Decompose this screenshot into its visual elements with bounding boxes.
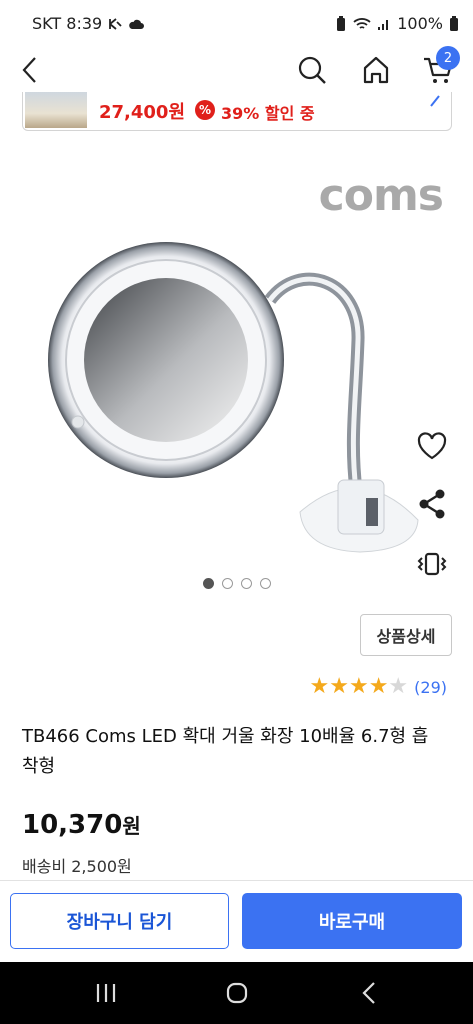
battery-icon (450, 15, 458, 31)
star-icon: ★ (368, 674, 389, 699)
cart-button[interactable]: 2 (418, 46, 460, 88)
promo-expand-icon[interactable] (429, 94, 441, 114)
vibrate-icon[interactable] (413, 546, 451, 582)
carousel-dot[interactable] (259, 578, 271, 589)
home-circle-icon[interactable] (217, 976, 257, 1010)
search-icon[interactable] (292, 52, 332, 88)
status-right: 100% (335, 14, 459, 33)
carousel-dot[interactable] (240, 578, 252, 589)
review-count[interactable]: (29) (414, 678, 447, 697)
buy-now-button[interactable]: 바로구매 (242, 893, 462, 949)
promo-banner[interactable]: 27,400원 % 39% 할인 중 (22, 92, 452, 131)
heart-icon[interactable] (413, 428, 451, 464)
promo-discount: 39% 할인 중 (221, 104, 315, 123)
add-to-cart-button[interactable]: 장바구니 담기 (10, 893, 229, 949)
product-price: 10,370원 (22, 810, 141, 840)
status-bar: SKT 8:39 100% (0, 0, 473, 48)
product-image[interactable]: coms (0, 140, 473, 570)
carousel-dot[interactable] (202, 578, 214, 589)
price-unit: 원 (122, 814, 141, 838)
status-time: SKT 8:39 (32, 14, 103, 33)
promo-price: 27,400원 (99, 102, 186, 123)
back-nav-icon[interactable] (350, 976, 390, 1010)
shipping-fee: 배송비 2,500원 (22, 857, 132, 876)
app-nav-bar: 2 (0, 46, 473, 92)
star-icon: ★ (348, 674, 369, 699)
star-icon: ★ (329, 674, 349, 699)
share-icon[interactable] (413, 486, 451, 522)
price-value: 10,370 (22, 810, 123, 840)
battery-saver-icon (337, 15, 346, 31)
wifi-icon (353, 17, 371, 29)
carousel-dot[interactable] (221, 578, 233, 589)
image-carousel-dots (0, 578, 473, 594)
rating[interactable]: ★ ★ ★ ★ ★ (29) (309, 676, 447, 698)
back-arrow-icon[interactable] (10, 52, 50, 88)
star-icon: ★ (309, 674, 330, 699)
product-title: TB466 Coms LED 확대 거울 화장 10배율 6.7형 흡착형 (22, 726, 429, 777)
battery-level: 100% (397, 14, 443, 33)
product-detail-button[interactable]: 상품상세 (360, 614, 452, 656)
status-left: SKT 8:39 (32, 14, 145, 33)
rating-stars: ★ ★ ★ ★ ★ (309, 676, 408, 698)
mirror-illustration (48, 242, 419, 553)
signal-k-icon (109, 17, 122, 30)
recent-apps-icon[interactable] (86, 976, 126, 1010)
discount-badge-icon: % (195, 100, 215, 120)
cloud-icon (129, 19, 145, 29)
star-icon: ★ (388, 674, 409, 699)
home-icon[interactable] (356, 52, 396, 88)
bottom-action-bar: 장바구니 담기 바로구매 (0, 880, 473, 963)
android-navigation-bar (0, 962, 473, 1024)
cell-signal-icon (378, 19, 389, 30)
cart-count-badge: 2 (436, 46, 460, 70)
promo-thumbnail (25, 92, 87, 128)
